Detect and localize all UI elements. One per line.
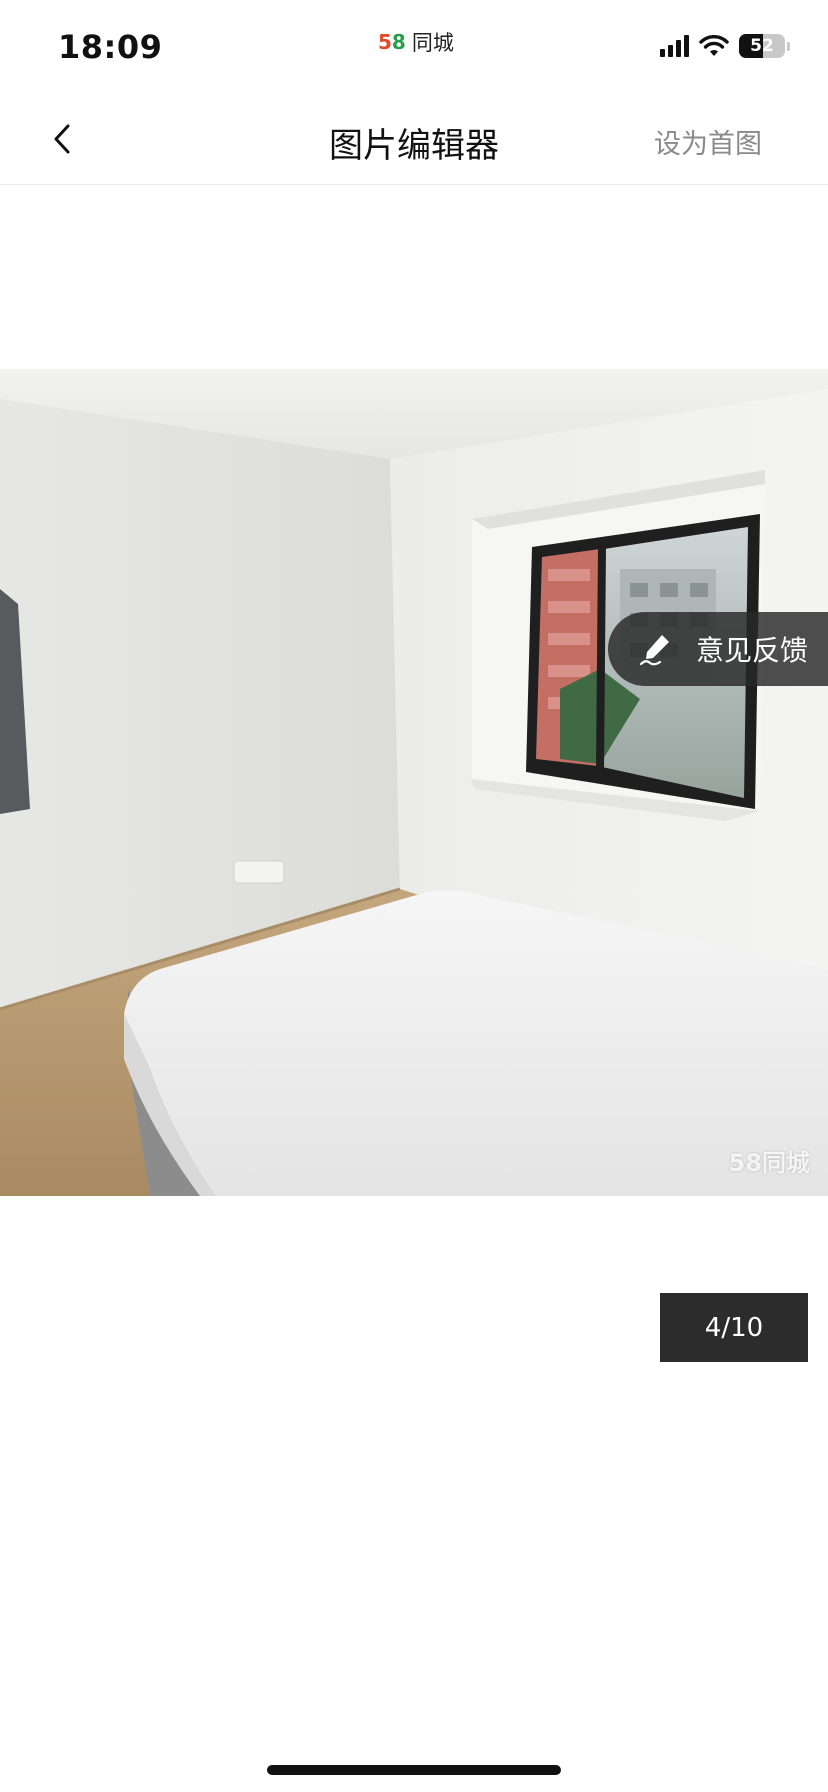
battery-level: 52 bbox=[750, 36, 774, 56]
status-time: 18:09 bbox=[58, 28, 163, 66]
wifi-icon bbox=[699, 35, 729, 56]
bedroom-image bbox=[0, 369, 828, 1196]
room-photo[interactable]: 58同城 bbox=[0, 369, 828, 1196]
pen-edit-icon bbox=[639, 635, 669, 666]
status-bar: 18:09 58 同城 52 bbox=[0, 0, 828, 94]
status-indicators: 52 bbox=[660, 34, 790, 58]
battery-icon: 52 bbox=[739, 34, 785, 58]
battery-cap bbox=[787, 41, 790, 51]
feedback-button[interactable]: 意见反馈 bbox=[608, 612, 828, 686]
home-indicator[interactable] bbox=[267, 1765, 561, 1775]
app-logo: 58 bbox=[378, 30, 406, 54]
page-counter: 4/10 bbox=[660, 1293, 808, 1362]
signal-icon bbox=[660, 35, 689, 57]
nav-bar: 图片编辑器 设为首图 bbox=[0, 94, 828, 185]
status-app-indicator: 58 同城 bbox=[378, 27, 454, 57]
watermark: 58同城 bbox=[728, 1149, 810, 1177]
set-cover-button[interactable]: 设为首图 bbox=[654, 122, 762, 161]
status-app-name: 同城 bbox=[411, 31, 454, 55]
feedback-label: 意见反馈 bbox=[696, 634, 809, 667]
